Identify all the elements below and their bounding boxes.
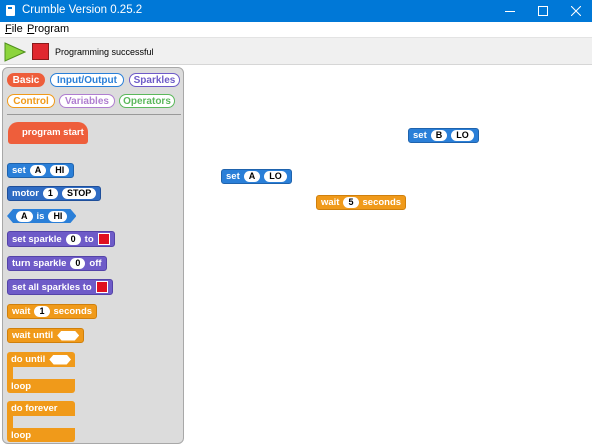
turn-sparkle-off-block[interactable]: turn sparkle 0 off	[7, 256, 107, 271]
canvas-wait-block[interactable]: wait 5 seconds	[316, 195, 407, 210]
set-all-sparkles-block[interactable]: set all sparkles to	[7, 279, 113, 295]
title-bar[interactable]: Crumble Version 0.25.2	[0, 0, 592, 22]
toolbar: Programming successful	[0, 37, 592, 65]
category-input-output[interactable]: Input/Output	[50, 73, 124, 87]
condition-slot[interactable]	[57, 330, 80, 341]
play-button[interactable]	[4, 42, 26, 62]
minimize-icon	[504, 11, 515, 12]
palette-divider	[7, 114, 181, 115]
set-sparkle-block[interactable]: set sparkle 0 to	[7, 231, 115, 247]
menu-program[interactable]: Program	[27, 23, 69, 35]
wait-until-block[interactable]: wait until	[7, 328, 85, 343]
close-button[interactable]	[559, 0, 592, 22]
category-sparkles[interactable]: Sparkles	[129, 73, 180, 87]
canvas-set-b-block[interactable]: set B LO	[408, 128, 479, 143]
color-swatch[interactable]	[95, 281, 108, 293]
app-window: Crumble Version 0.25.2 File Program Prog…	[0, 0, 592, 444]
do-until-block[interactable]: do until loop	[7, 352, 75, 393]
category-variables[interactable]: Variables	[59, 94, 115, 108]
menu-file[interactable]: File	[5, 23, 23, 35]
maximize-icon	[537, 6, 548, 16]
close-icon	[570, 6, 581, 16]
category-control[interactable]: Control	[7, 94, 55, 108]
window-title: Crumble Version 0.25.2	[22, 4, 143, 16]
motor-block[interactable]: motor 1 STOP	[7, 186, 102, 201]
condition-slot[interactable]	[49, 354, 71, 365]
program-start-block[interactable]: program start	[8, 122, 88, 144]
menu-bar: File Program	[0, 22, 592, 37]
color-swatch[interactable]	[97, 233, 110, 245]
wait-seconds-block[interactable]: wait 1 seconds	[7, 304, 98, 319]
block-palette: Basic Input/Output Sparkles Control Vari…	[2, 67, 184, 444]
app-icon	[6, 5, 15, 16]
minimize-button[interactable]	[493, 0, 526, 22]
set-pin-block[interactable]: set A HI	[7, 163, 75, 178]
category-basic[interactable]: Basic	[7, 73, 45, 87]
program-canvas[interactable]: set B LO set A LO wait 5 seconds	[186, 67, 592, 444]
status-text: Programming successful	[55, 47, 154, 57]
canvas-set-a-block[interactable]: set A LO	[221, 169, 292, 184]
category-operators[interactable]: Operators	[119, 94, 175, 108]
stop-button[interactable]	[32, 43, 49, 60]
pin-is-condition-block[interactable]: A is HI	[7, 209, 76, 223]
do-forever-block[interactable]: do forever loop	[7, 401, 75, 442]
maximize-button[interactable]	[526, 0, 559, 22]
